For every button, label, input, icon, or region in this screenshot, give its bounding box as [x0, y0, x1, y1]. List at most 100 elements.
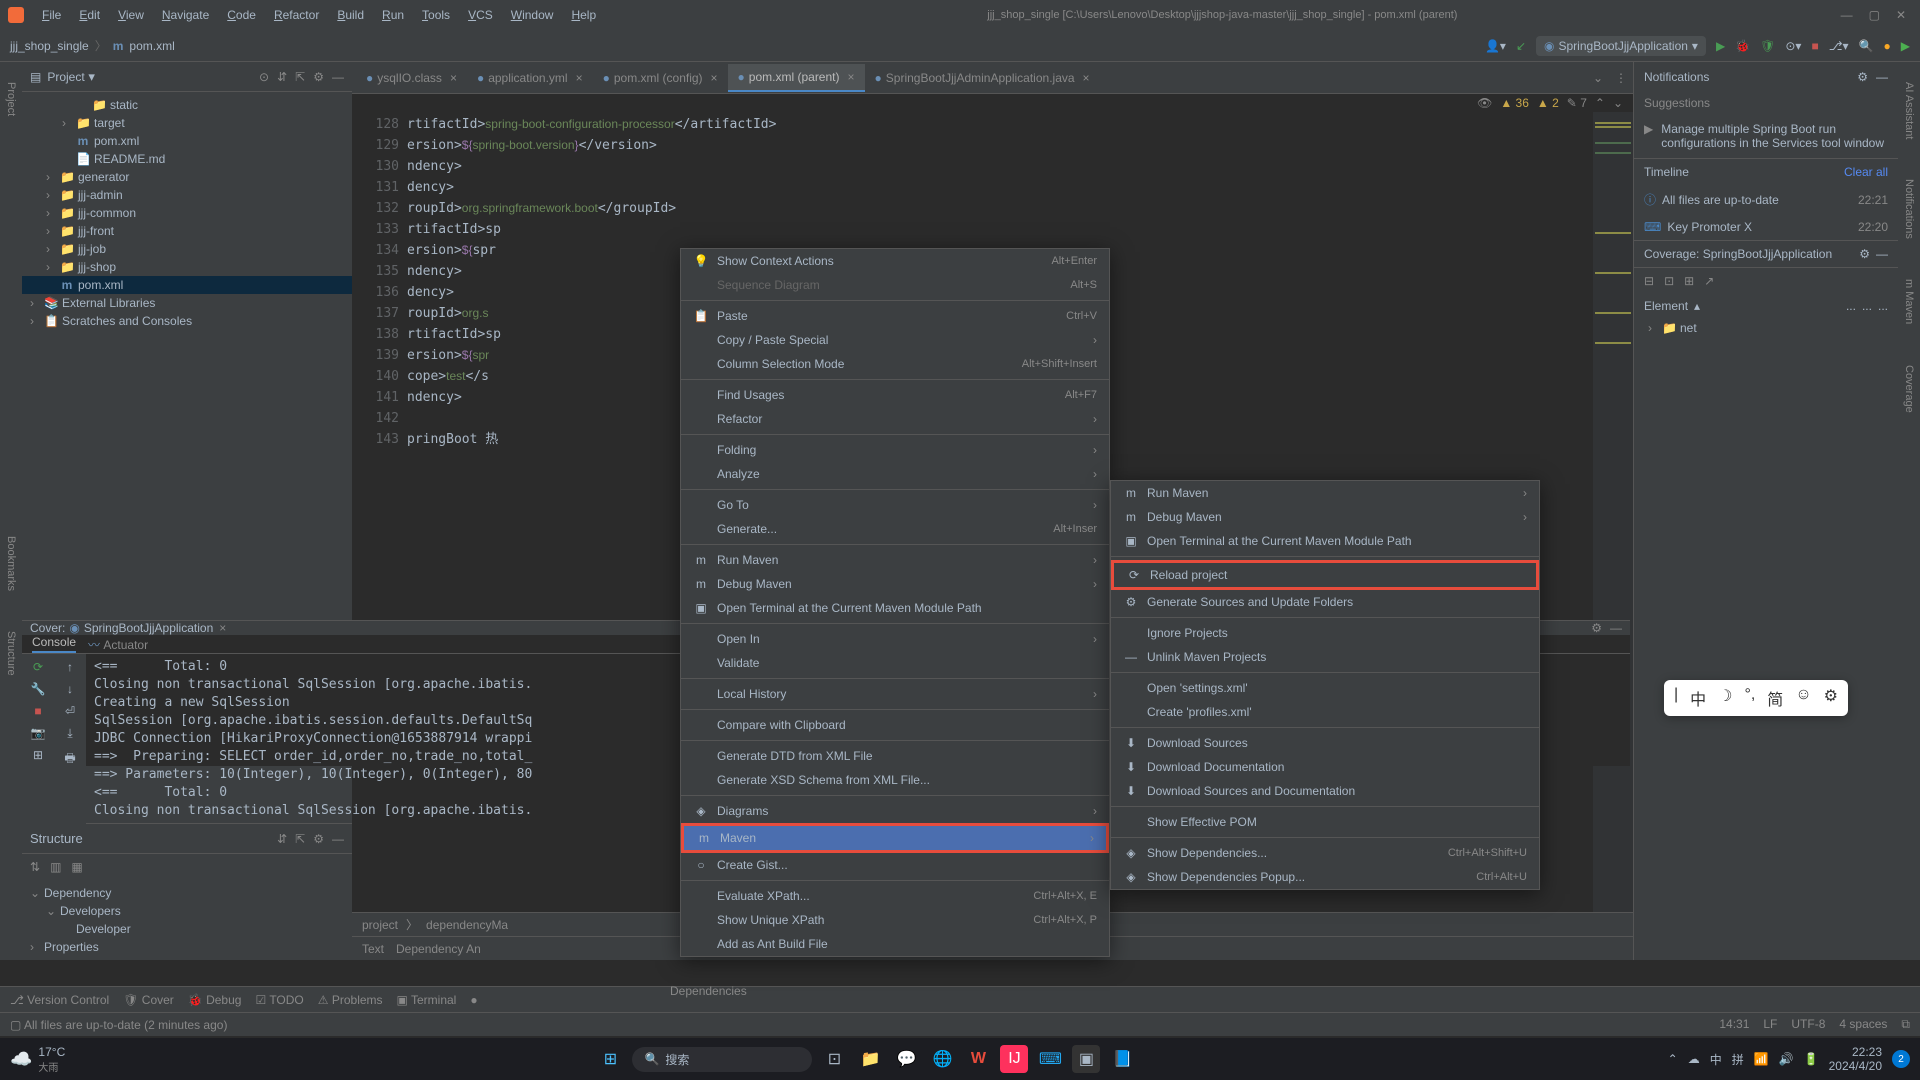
maximize-icon[interactable]: ▢ [1869, 8, 1880, 22]
menu-run[interactable]: Run [374, 4, 412, 26]
menu-item-folding[interactable]: Folding› [681, 438, 1109, 462]
menu-item-analyze[interactable]: Analyze› [681, 462, 1109, 486]
menu-item-show-dependencies-popup-[interactable]: ◈Show Dependencies Popup...Ctrl+Alt+U [1111, 865, 1539, 889]
menu-item-evaluate-xpath-[interactable]: Evaluate XPath...Ctrl+Alt+X, E [681, 884, 1109, 908]
menu-view[interactable]: View [110, 4, 152, 26]
menu-vcs[interactable]: VCS [460, 4, 501, 26]
tree-item[interactable]: ›📁jjj-admin [22, 186, 352, 204]
camera-icon[interactable]: 📷 [31, 726, 46, 740]
run-icon[interactable]: ▶ [1716, 39, 1725, 53]
collapse-icon[interactable]: ⇱ [295, 832, 305, 846]
filter-icon[interactable]: ▥ [50, 860, 61, 874]
taskbar-weather[interactable]: ☁️ 17°C大雨 [10, 1045, 65, 1074]
wifi-icon[interactable]: 📶 [1754, 1052, 1769, 1066]
plugin-icon[interactable]: ▶ [1901, 39, 1910, 53]
ime-settings-icon[interactable]: ⚙ [1824, 686, 1838, 710]
tool-todo[interactable]: ☑ TODO [255, 993, 303, 1007]
timeline-item[interactable]: ⌨Key Promoter X22:20 [1634, 214, 1898, 240]
maven-tool-button[interactable]: m Maven [1903, 279, 1915, 324]
menu-item-go-to[interactable]: Go To› [681, 493, 1109, 517]
print-icon[interactable]: 🖶 [64, 749, 75, 770]
suggestion-item[interactable]: ▶ Manage multiple Spring Boot run config… [1634, 114, 1898, 158]
gear-icon[interactable]: ⚙ [1859, 247, 1870, 261]
hide-icon[interactable]: — [1876, 70, 1888, 84]
coverage-icon[interactable]: 🛡 [1760, 39, 1775, 53]
menu-item-maven[interactable]: mMaven› [681, 823, 1109, 853]
up-icon[interactable]: ↑ [67, 660, 73, 674]
taskbar-search[interactable]: 🔍搜索 [632, 1047, 812, 1072]
menu-item-debug-maven[interactable]: mDebug Maven› [681, 572, 1109, 596]
menu-item-open-in[interactable]: Open In› [681, 627, 1109, 651]
menu-item-show-effective-pom[interactable]: Show Effective POM [1111, 810, 1539, 834]
start-icon[interactable]: ⊞ [596, 1045, 624, 1073]
status-icon[interactable]: ▢ [10, 1018, 21, 1032]
rerun-icon[interactable]: ⟳ [33, 660, 43, 674]
structure-tool-button[interactable]: Structure [5, 631, 17, 676]
prev-highlight-icon[interactable]: ⌃ [1595, 96, 1605, 110]
menu-item-local-history[interactable]: Local History› [681, 682, 1109, 706]
ime-cursor-icon[interactable]: | [1674, 686, 1678, 710]
tool-debug[interactable]: 🐞 Debug [188, 993, 242, 1007]
vcs-update-icon[interactable]: ↙ [1516, 39, 1526, 53]
minimize-icon[interactable]: — [1841, 8, 1853, 22]
tree-item[interactable]: ›📚External Libraries [22, 294, 352, 312]
ime-icon[interactable]: 中 [1710, 1051, 1722, 1068]
menu-window[interactable]: Window [503, 4, 562, 26]
menu-file[interactable]: File [34, 4, 69, 26]
tree-item[interactable]: Developer [22, 920, 352, 938]
tree-item[interactable]: ›📁jjj-job [22, 240, 352, 258]
tool-terminal[interactable]: ▣ Terminal [397, 993, 457, 1007]
tab-actuator[interactable]: 〰 Actuator [88, 636, 148, 653]
notif-tool-button[interactable]: Notifications [1903, 179, 1915, 239]
tool-btn[interactable]: ● [470, 993, 477, 1007]
tree-item[interactable]: ›Properties [22, 938, 352, 956]
clear-all-link[interactable]: Clear all [1844, 165, 1888, 179]
export-icon[interactable]: ↗ [1704, 274, 1714, 288]
stop-icon[interactable]: ■ [1811, 39, 1818, 53]
menu-item-show-dependencies-[interactable]: ◈Show Dependencies...Ctrl+Alt+Shift+U [1111, 841, 1539, 865]
ime-toolbar[interactable]: | 中 ☽ °, 简 ☺ ⚙ [1664, 680, 1848, 716]
menu-item-open-terminal-at-the-current-maven-module-path[interactable]: ▣Open Terminal at the Current Maven Modu… [681, 596, 1109, 620]
settings-icon[interactable]: ⚙ [313, 70, 324, 84]
expand-icon[interactable]: ⇵ [277, 832, 287, 846]
project-view-icon[interactable]: ▤ [30, 70, 41, 84]
menu-build[interactable]: Build [329, 4, 372, 26]
down-icon[interactable]: ↓ [67, 682, 73, 696]
tool-cover[interactable]: 🛡 Cover [123, 993, 174, 1007]
menu-item-open-settings-xml-[interactable]: Open 'settings.xml' [1111, 676, 1539, 700]
tree-item[interactable]: 📁static [22, 96, 352, 114]
sort-icon[interactable]: ⇅ [30, 860, 40, 874]
debug-icon[interactable]: 🐞 [1735, 39, 1750, 53]
stop-icon[interactable]: ■ [34, 704, 41, 718]
tree-item[interactable]: mpom.xml [22, 276, 352, 294]
icon[interactable]: ⊡ [1664, 274, 1674, 288]
expand-icon[interactable]: ⇵ [277, 70, 287, 84]
tree-item[interactable]: ⌄Dependency [22, 884, 352, 902]
menu-item-show-unique-xpath[interactable]: Show Unique XPathCtrl+Alt+X, P [681, 908, 1109, 932]
git-icon[interactable]: ⎇▾ [1829, 39, 1849, 53]
menu-item-sequence-diagram[interactable]: Sequence DiagramAlt+S [681, 273, 1109, 297]
hide-icon[interactable]: — [1876, 247, 1888, 261]
layout-icon[interactable]: ⊞ [33, 748, 43, 762]
timeline-item[interactable]: ⓘAll files are up-to-date22:21 [1634, 185, 1898, 214]
menu-item-create-profiles-xml-[interactable]: Create 'profiles.xml' [1111, 700, 1539, 724]
tree-item[interactable]: ›📁jjj-common [22, 204, 352, 222]
ide-icon[interactable]: ● [1884, 39, 1891, 53]
menu-item-copy-paste-special[interactable]: Copy / Paste Special› [681, 328, 1109, 352]
menu-item-refactor[interactable]: Refactor› [681, 407, 1109, 431]
tree-item[interactable]: ›📁jjj-front [22, 222, 352, 240]
hide-icon[interactable]: — [1610, 621, 1622, 635]
gear-icon[interactable]: ⚙ [1857, 70, 1868, 84]
menu-code[interactable]: Code [219, 4, 264, 26]
wrap-icon[interactable]: ⏎ [65, 704, 75, 718]
reader-mode-icon[interactable]: 👁 [1477, 96, 1492, 110]
menu-item-run-maven[interactable]: mRun Maven› [681, 548, 1109, 572]
menu-item-generate-sources-and-update-folders[interactable]: ⚙Generate Sources and Update Folders [1111, 590, 1539, 614]
tree-item[interactable]: ›📁jjj-shop [22, 258, 352, 276]
tab-dependencies[interactable]: Dependencies [670, 984, 747, 998]
menu-item-download-sources-and-documentation[interactable]: ⬇Download Sources and Documentation [1111, 779, 1539, 803]
user-icon[interactable]: 👤▾ [1485, 39, 1506, 53]
profile-icon[interactable]: ⊙▾ [1785, 39, 1801, 53]
maven-submenu[interactable]: mRun Maven›mDebug Maven›▣Open Terminal a… [1110, 480, 1540, 890]
terminal-icon[interactable]: ▣ [1072, 1045, 1100, 1073]
